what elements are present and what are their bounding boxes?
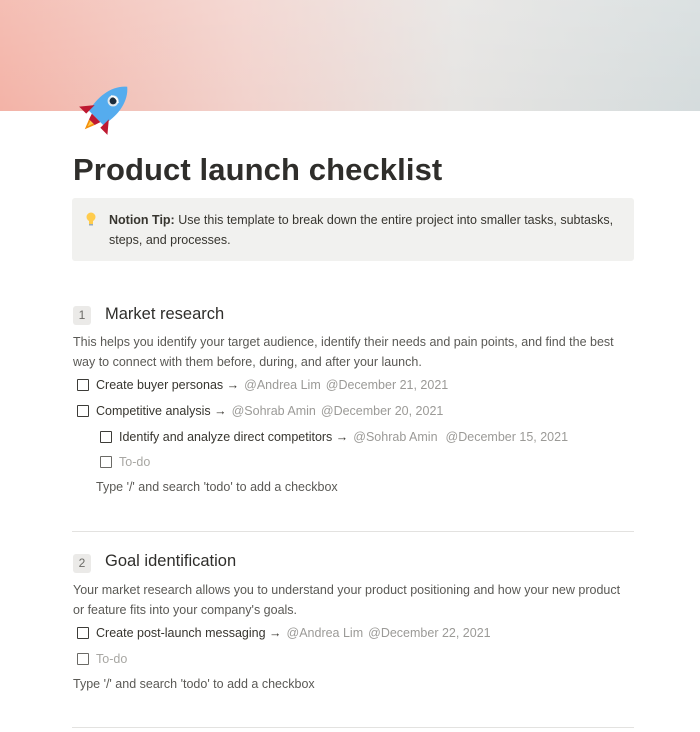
todo-item[interactable]: Create buyer personas → @Andrea Lim @Dec… — [77, 375, 448, 395]
todo-date-mention[interactable]: @December 20, 2021 — [321, 404, 443, 418]
todo-checkbox[interactable] — [100, 456, 112, 468]
todo-checkbox[interactable] — [77, 405, 89, 417]
todo-checkbox[interactable] — [100, 431, 112, 443]
section-heading-market-research[interactable]: Market research — [105, 305, 224, 324]
add-checkbox-hint[interactable]: Type '/' and search 'todo' to add a chec… — [73, 677, 315, 691]
todo-item-nested[interactable]: Identify and analyze direct competitors … — [100, 427, 568, 447]
callout-text[interactable]: Notion Tip: Use this template to break d… — [109, 210, 624, 250]
todo-assignee-mention[interactable]: @Sohrab Amin — [353, 430, 437, 444]
todo-placeholder[interactable]: To-do — [77, 649, 127, 669]
section-heading-goal-identification[interactable]: Goal identification — [105, 552, 236, 571]
todo-placeholder-label[interactable]: To-do — [96, 652, 127, 666]
section-number-1: 1 — [73, 306, 91, 325]
rocket-icon[interactable] — [74, 76, 138, 140]
todo-label[interactable]: Create post-launch messaging → — [96, 626, 282, 640]
divider — [72, 531, 634, 532]
todo-item[interactable]: Create post-launch messaging → @Andrea L… — [77, 623, 491, 643]
section-number-2: 2 — [73, 554, 91, 573]
todo-date-mention[interactable]: @December 15, 2021 — [446, 430, 568, 444]
todo-label[interactable]: Create buyer personas → — [96, 378, 239, 392]
todo-assignee-mention[interactable]: @Andrea Lim — [287, 626, 364, 640]
todo-date-mention[interactable]: @December 21, 2021 — [326, 378, 448, 392]
todo-checkbox[interactable] — [77, 379, 89, 391]
page-title[interactable]: Product launch checklist — [73, 152, 442, 188]
todo-placeholder[interactable]: To-do — [100, 452, 150, 472]
todo-checkbox[interactable] — [77, 653, 89, 665]
divider — [72, 727, 634, 728]
todo-date-mention[interactable]: @December 22, 2021 — [368, 626, 490, 640]
todo-assignee-mention[interactable]: @Sohrab Amin — [232, 404, 316, 418]
todo-assignee-mention[interactable]: @Andrea Lim — [244, 378, 321, 392]
section-description-market-research[interactable]: This helps you identify your target audi… — [73, 332, 633, 372]
lightbulb-icon — [86, 212, 96, 226]
todo-checkbox[interactable] — [77, 627, 89, 639]
todo-label[interactable]: Competitive analysis → — [96, 404, 227, 418]
add-checkbox-hint[interactable]: Type '/' and search 'todo' to add a chec… — [96, 480, 338, 494]
callout-bold-label: Notion Tip: — [109, 213, 175, 227]
section-description-goal-identification[interactable]: Your market research allows you to under… — [73, 580, 633, 620]
todo-placeholder-label[interactable]: To-do — [119, 455, 150, 469]
todo-label[interactable]: Identify and analyze direct competitors … — [119, 430, 348, 444]
todo-item[interactable]: Competitive analysis → @Sohrab Amin @Dec… — [77, 401, 443, 421]
callout-body: Use this template to break down the enti… — [109, 213, 614, 247]
notion-tip-callout[interactable]: Notion Tip: Use this template to break d… — [72, 198, 634, 261]
